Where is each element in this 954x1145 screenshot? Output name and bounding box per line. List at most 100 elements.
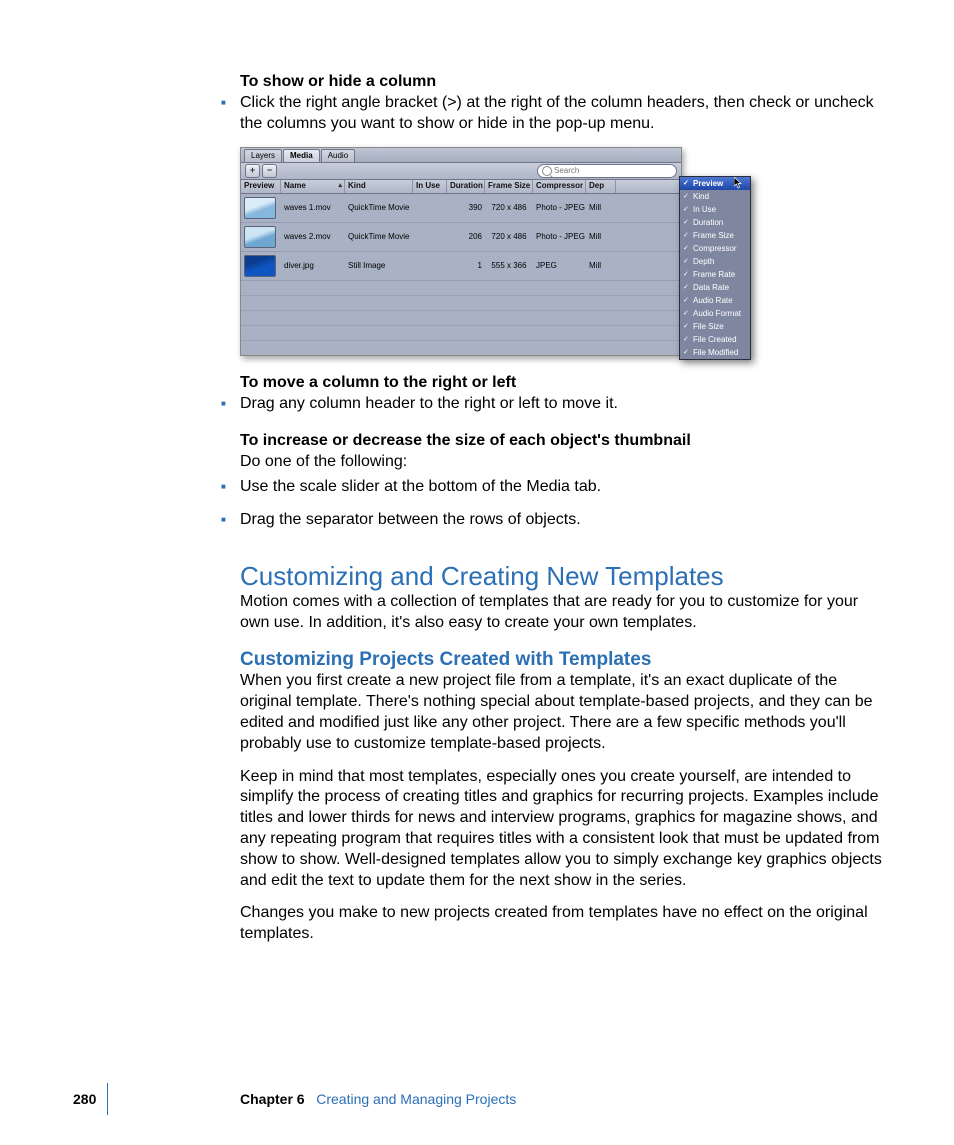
col-in-use[interactable]: In Use	[413, 180, 447, 193]
menu-item-audio-rate[interactable]: ✓Audio Rate	[680, 294, 750, 307]
menu-item-duration[interactable]: ✓Duration	[680, 216, 750, 229]
col-compressor[interactable]: Compressor	[533, 180, 586, 193]
menu-item-file-created[interactable]: ✓File Created	[680, 333, 750, 346]
menu-item-frame-size[interactable]: ✓Frame Size	[680, 229, 750, 242]
menu-item-in-use[interactable]: ✓In Use	[680, 203, 750, 216]
col-kind[interactable]: Kind	[345, 180, 413, 193]
media-rows: waves 1.mov QuickTime Movie 390 720 x 48…	[241, 194, 681, 355]
section-intro: Motion comes with a collection of templa…	[240, 592, 884, 634]
check-icon: ✓	[683, 243, 689, 254]
subhead-thumb-size: To increase or decrease the size of each…	[240, 432, 884, 450]
page-number: 280	[73, 1091, 96, 1107]
menu-item-data-rate[interactable]: ✓Data Rate	[680, 281, 750, 294]
media-panel-figure: Layers Media Audio + − Search Preview Na…	[240, 147, 750, 356]
chapter-title: Creating and Managing Projects	[316, 1091, 516, 1107]
bullet-show-hide: Click the right angle bracket (>) at the…	[227, 93, 884, 135]
check-icon: ✓	[683, 191, 689, 202]
menu-item-audio-format[interactable]: ✓Audio Format	[680, 307, 750, 320]
panel-toolbar: + − Search	[241, 163, 681, 180]
bullet-separator-text: Drag the separator between the rows of o…	[240, 510, 884, 531]
add-button[interactable]: +	[245, 164, 260, 178]
cursor-icon	[734, 177, 744, 189]
cell-duration: 1	[447, 261, 485, 270]
cell-name: waves 2.mov	[281, 232, 345, 241]
column-menu[interactable]: ✓Preview ✓Kind ✓In Use ✓Duration ✓Frame …	[679, 176, 751, 360]
tab-audio[interactable]: Audio	[321, 149, 355, 162]
cell-dep: Mill	[586, 261, 616, 270]
check-icon: ✓	[683, 334, 689, 345]
para-customizing-c: Changes you make to new projects created…	[240, 903, 884, 945]
cell-dep: Mill	[586, 232, 616, 241]
cell-comp: Photo - JPEG	[533, 232, 586, 241]
cell-kind: Still Image	[345, 261, 413, 270]
menu-item-frame-rate[interactable]: ✓Frame Rate	[680, 268, 750, 281]
thumbnail	[244, 226, 276, 248]
para-customizing-b: Keep in mind that most templates, especi…	[240, 767, 884, 892]
empty-row	[241, 311, 681, 326]
check-icon: ✓	[683, 321, 689, 332]
empty-row	[241, 281, 681, 296]
tab-media[interactable]: Media	[283, 149, 320, 162]
empty-row	[241, 326, 681, 341]
footer-rule	[107, 1083, 108, 1115]
para-customizing-a: When you first create a new project file…	[240, 671, 884, 754]
tab-layers[interactable]: Layers	[244, 149, 282, 162]
cell-frame: 720 x 486	[485, 203, 533, 212]
col-depth[interactable]: Dep	[586, 180, 616, 193]
col-preview[interactable]: Preview	[241, 180, 281, 193]
do-one-of: Do one of the following:	[240, 452, 884, 473]
bullet-slider: Use the scale slider at the bottom of th…	[227, 477, 884, 498]
check-icon: ✓	[683, 178, 689, 189]
column-headers[interactable]: Preview Name Kind In Use Duration Frame …	[241, 180, 681, 194]
panel-tabs: Layers Media Audio	[241, 148, 681, 163]
check-icon: ✓	[683, 347, 689, 358]
menu-item-file-size[interactable]: ✓File Size	[680, 320, 750, 333]
table-row[interactable]: waves 1.mov QuickTime Movie 390 720 x 48…	[241, 194, 681, 223]
cell-dep: Mill	[586, 203, 616, 212]
thumbnail	[244, 197, 276, 219]
chapter-number: Chapter 6	[240, 1091, 305, 1107]
bullet-slider-text: Use the scale slider at the bottom of th…	[240, 477, 884, 498]
cell-kind: QuickTime Movie	[345, 232, 413, 241]
remove-button[interactable]: −	[262, 164, 277, 178]
check-icon: ✓	[683, 295, 689, 306]
search-field[interactable]: Search	[537, 164, 677, 178]
check-icon: ✓	[683, 308, 689, 319]
subsection-heading-customizing: Customizing Projects Created with Templa…	[240, 649, 884, 671]
chapter-label: Chapter 6 Creating and Managing Projects	[240, 1091, 516, 1107]
cell-duration: 390	[447, 203, 485, 212]
cell-duration: 206	[447, 232, 485, 241]
cell-name: waves 1.mov	[281, 203, 345, 212]
check-icon: ✓	[683, 269, 689, 280]
empty-row	[241, 296, 681, 311]
check-icon: ✓	[683, 256, 689, 267]
menu-item-kind[interactable]: ✓Kind	[680, 190, 750, 203]
section-heading-templates: Customizing and Creating New Templates	[240, 561, 884, 592]
subhead-move-column: To move a column to the right or left	[240, 374, 884, 392]
bullet-separator: Drag the separator between the rows of o…	[227, 510, 884, 531]
cell-name: diver.jpg	[281, 261, 345, 270]
cell-comp: Photo - JPEG	[533, 203, 586, 212]
check-icon: ✓	[683, 230, 689, 241]
col-duration[interactable]: Duration	[447, 180, 485, 193]
table-row[interactable]: diver.jpg Still Image 1 555 x 366 JPEG M…	[241, 252, 681, 281]
menu-item-file-modified[interactable]: ✓File Modified	[680, 346, 750, 359]
menu-item-compressor[interactable]: ✓Compressor	[680, 242, 750, 255]
media-panel: Layers Media Audio + − Search Preview Na…	[240, 147, 682, 356]
bullet-move: Drag any column header to the right or l…	[227, 394, 884, 415]
empty-row	[241, 341, 681, 355]
table-row[interactable]: waves 2.mov QuickTime Movie 206 720 x 48…	[241, 223, 681, 252]
search-placeholder: Search	[554, 166, 579, 175]
subhead-show-hide: To show or hide a column	[240, 73, 884, 91]
menu-item-depth[interactable]: ✓Depth	[680, 255, 750, 268]
col-frame-size[interactable]: Frame Size	[485, 180, 533, 193]
bullet-move-text: Drag any column header to the right or l…	[240, 394, 884, 415]
col-name[interactable]: Name	[281, 180, 345, 193]
cell-frame: 555 x 366	[485, 261, 533, 270]
cell-frame: 720 x 486	[485, 232, 533, 241]
cell-kind: QuickTime Movie	[345, 203, 413, 212]
thumbnail	[244, 255, 276, 277]
search-icon	[542, 166, 552, 176]
check-icon: ✓	[683, 217, 689, 228]
check-icon: ✓	[683, 282, 689, 293]
